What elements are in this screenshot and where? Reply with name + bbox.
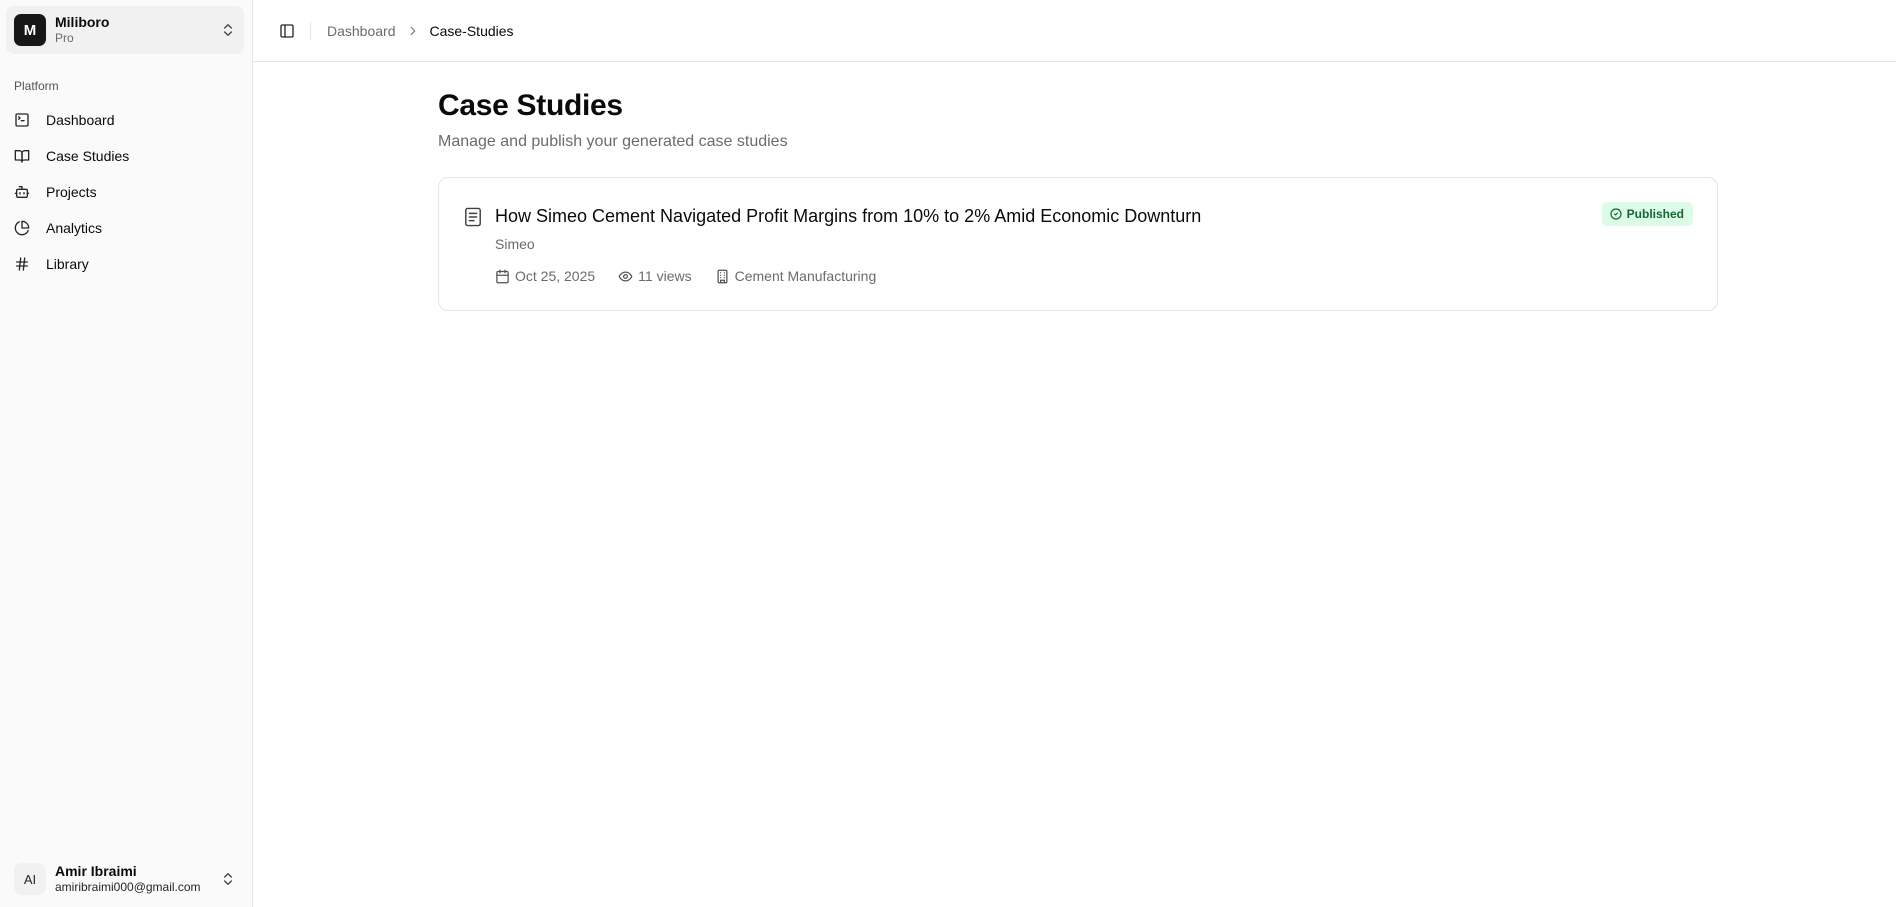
bot-icon	[14, 186, 30, 198]
team-info: Miliboro Pro	[55, 14, 220, 45]
avatar: AI	[14, 863, 46, 895]
breadcrumb-link-dashboard[interactable]: Dashboard	[327, 23, 396, 39]
user-email: amiribraimi000@gmail.com	[55, 880, 201, 895]
panel-left-icon	[280, 23, 294, 38]
sidebar-item-library[interactable]: Library	[0, 246, 244, 282]
team-switcher[interactable]: M Miliboro Pro	[6, 6, 244, 54]
app-root: M Miliboro Pro Platform Dashboard Case S…	[0, 0, 1896, 907]
hash-icon	[16, 257, 28, 271]
team-logo: M	[14, 14, 46, 46]
meta-industry: Cement Manufacturing	[715, 268, 877, 284]
case-study-title[interactable]: How Simeo Cement Navigated Profit Margin…	[495, 206, 1201, 227]
team-plan: Pro	[55, 31, 74, 46]
user-menu[interactable]: AI Amir Ibraimi amiribraimi000@gmail.com	[6, 859, 244, 899]
sidebar-item-analytics[interactable]: Analytics	[0, 210, 244, 246]
sidebar-item-projects[interactable]: Projects	[0, 174, 244, 210]
meta-views: 11 views	[618, 268, 692, 284]
team-name: Miliboro	[55, 14, 110, 31]
user-name: Amir Ibraimi	[55, 862, 137, 879]
case-study-company: Simeo	[495, 236, 535, 252]
nav-group-label: Platform	[14, 79, 59, 93]
pie-chart-icon	[14, 220, 30, 236]
book-open-icon	[14, 150, 30, 163]
case-study-card[interactable]: How Simeo Cement Navigated Profit Margin…	[438, 177, 1718, 311]
sidebar-item-label: Projects	[46, 184, 97, 200]
status-text: Published	[1626, 207, 1684, 221]
sidebar-nav: Dashboard Case Studies Projects Analytic…	[0, 102, 252, 282]
breadcrumb-current: Case-Studies	[429, 22, 514, 39]
case-study-meta: Oct 25, 2025 11 views Cement Manufacturi…	[495, 268, 899, 284]
breadcrumb: Dashboard Case-Studies	[327, 23, 514, 39]
chevrons-up-down-icon	[224, 24, 232, 36]
sidebar-item-dashboard[interactable]: Dashboard	[0, 102, 244, 138]
chevrons-up-down-icon	[224, 873, 232, 885]
eye-icon	[618, 271, 633, 281]
views-text: 11 views	[638, 268, 692, 284]
date-text: Oct 25, 2025	[515, 268, 596, 284]
sidebar-item-label: Library	[46, 256, 89, 272]
divider	[310, 21, 311, 40]
calendar-icon	[496, 269, 509, 283]
page-subtitle: Manage and publish your generated case s…	[438, 133, 788, 150]
meta-date: Oct 25, 2025	[495, 268, 595, 284]
page-title: Case Studies	[438, 89, 623, 122]
sidebar-item-case-studies[interactable]: Case Studies	[0, 138, 244, 174]
sidebar-item-label: Case Studies	[46, 148, 130, 164]
check-circle-icon	[1610, 208, 1622, 220]
main-area: Dashboard Case-Studies Case Studies Mana…	[253, 0, 1896, 907]
building-icon	[717, 269, 728, 283]
sidebar-item-label: Analytics	[46, 220, 103, 236]
chevron-right-icon	[410, 26, 415, 35]
page-content: Case Studies Manage and publish your gen…	[253, 62, 1896, 311]
sidebar-item-label: Dashboard	[46, 112, 115, 128]
user-info: Amir Ibraimi amiribraimi000@gmail.com	[55, 863, 220, 896]
industry-text: Cement Manufacturing	[734, 268, 877, 284]
topbar: Dashboard Case-Studies	[253, 0, 1896, 62]
sidebar: M Miliboro Pro Platform Dashboard Case S…	[0, 0, 253, 907]
status-badge: Published	[1601, 202, 1693, 226]
file-text-icon	[465, 207, 481, 227]
sidebar-toggle-button[interactable]	[276, 20, 298, 42]
terminal-square-icon	[15, 113, 29, 127]
